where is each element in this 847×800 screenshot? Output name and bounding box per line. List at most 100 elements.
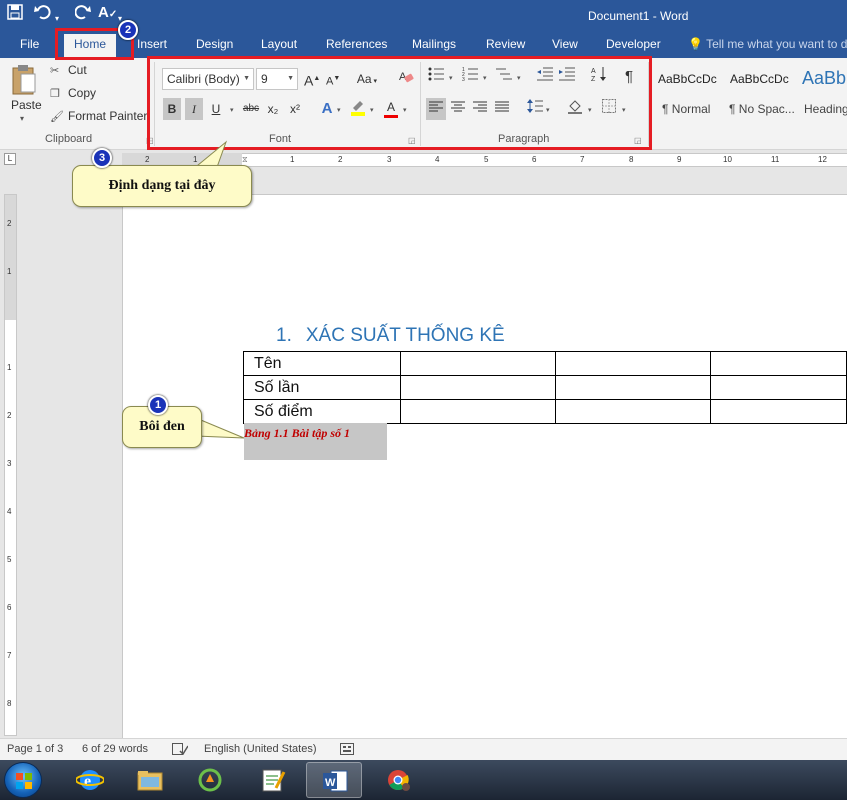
ruler-number: 6 xyxy=(532,155,537,164)
brush-icon: 🖌 xyxy=(50,111,64,123)
ruler-number: 2 xyxy=(7,219,12,228)
notepad-icon xyxy=(262,769,286,792)
table-row: Tên xyxy=(242,351,847,376)
language[interactable]: English (United States) xyxy=(204,743,317,755)
tab-developer[interactable]: Developer xyxy=(606,37,661,51)
tell-me-box[interactable]: 💡 Tell me what you want to do xyxy=(688,37,847,51)
word-icon: W xyxy=(323,770,348,792)
tab-selector-icon[interactable]: L xyxy=(4,153,16,165)
ruler-number: 1 xyxy=(7,267,12,276)
cut-button[interactable]: ✂ Cut xyxy=(50,63,87,77)
page-count[interactable]: Page 1 of 3 xyxy=(7,743,63,755)
table-cell[interactable] xyxy=(710,375,847,400)
paste-dropdown-icon[interactable]: ▾ xyxy=(20,114,24,123)
paste-button[interactable]: Paste xyxy=(11,98,42,112)
taskbar-word[interactable]: W xyxy=(306,762,362,798)
ruler-number: 7 xyxy=(7,651,12,660)
ruler-number: 2 xyxy=(7,411,12,420)
vertical-ruler[interactable]: 2 1 1 2 3 4 5 6 7 8 xyxy=(4,194,17,736)
style-name: ¶ Normal xyxy=(662,102,711,116)
ruler-number: 5 xyxy=(7,555,12,564)
table-cell[interactable]: Số điểm xyxy=(242,399,402,424)
ruler-number: 8 xyxy=(629,155,634,164)
save-icon[interactable] xyxy=(7,4,23,25)
spellcheck-icon[interactable]: A✓ xyxy=(98,4,117,24)
ruler-number: 3 xyxy=(387,155,392,164)
ruler-number: 2 xyxy=(145,155,150,164)
ruler-number: 9 xyxy=(677,155,682,164)
ruler-number: 3 xyxy=(7,459,12,468)
status-bar: Page 1 of 3 6 of 29 words English (Unite… xyxy=(0,738,847,760)
table-cell[interactable] xyxy=(400,375,557,400)
scissors-icon: ✂ xyxy=(50,65,60,77)
ruler-number: 8 xyxy=(7,699,12,708)
proofing-icon[interactable] xyxy=(172,743,189,758)
table-cell[interactable] xyxy=(555,375,712,400)
undo-dropdown-icon[interactable]: ▾ xyxy=(55,10,59,28)
tab-references[interactable]: References xyxy=(326,37,387,51)
start-orb-icon[interactable] xyxy=(4,762,42,798)
folder-icon xyxy=(137,771,163,791)
table-cell[interactable] xyxy=(400,351,557,376)
taskbar-notepad-plus-plus[interactable] xyxy=(244,762,300,798)
cut-label: Cut xyxy=(68,63,87,77)
table-cell[interactable] xyxy=(710,351,847,376)
table-cell[interactable] xyxy=(400,399,557,424)
ruler-number: 6 xyxy=(7,603,12,612)
data-table[interactable]: Tên Số lần Số điểm xyxy=(242,351,847,424)
style-preview: AaBb xyxy=(802,68,847,88)
section-heading[interactable]: 1. XÁC SUẤT THỐNG KÊ xyxy=(276,325,505,347)
table-caption[interactable]: Bảng 1.1 Bài tập số 1 xyxy=(244,426,350,441)
format-painter-button[interactable]: 🖌 Format Painter xyxy=(50,109,147,123)
taskbar-file-explorer[interactable] xyxy=(122,762,178,798)
callout-tail xyxy=(195,417,245,439)
tab-review[interactable]: Review xyxy=(486,37,525,51)
ruler-number: 12 xyxy=(818,155,827,164)
ruler-margin xyxy=(5,195,16,320)
indent-marker-icon[interactable]: ⧖ xyxy=(242,155,248,165)
word-count[interactable]: 6 of 29 words xyxy=(82,743,148,755)
chrome-icon xyxy=(388,770,410,791)
lightbulb-icon: 💡 xyxy=(688,37,703,51)
ruler-number: 11 xyxy=(771,155,780,164)
taskbar-internet-explorer[interactable]: e xyxy=(62,762,118,798)
document-page[interactable] xyxy=(122,194,847,738)
redo-icon[interactable] xyxy=(74,4,91,25)
taskbar-app-green[interactable] xyxy=(182,762,238,798)
ruler-number: 4 xyxy=(435,155,440,164)
ruler-number: 10 xyxy=(723,155,732,164)
ruler-number: 7 xyxy=(580,155,585,164)
style-name: Heading 1 xyxy=(804,102,847,116)
tab-insert[interactable]: Insert xyxy=(137,37,167,51)
style-preview: AaBbCcDc xyxy=(730,72,789,86)
ruler-number: 5 xyxy=(484,155,489,164)
undo-icon[interactable] xyxy=(34,4,52,25)
tab-file[interactable]: File xyxy=(20,37,39,51)
table-cell[interactable] xyxy=(555,399,712,424)
ruler-number: 1 xyxy=(290,155,295,164)
paste-icon[interactable] xyxy=(11,64,37,96)
ruler-number: 4 xyxy=(7,507,12,516)
clipboard-group-label: Clipboard xyxy=(45,133,93,145)
tab-mailings[interactable]: Mailings xyxy=(412,37,456,51)
taskbar-chrome[interactable] xyxy=(370,762,426,798)
table-cell[interactable] xyxy=(555,351,712,376)
callout-format-here: Định dạng tại đây xyxy=(72,165,252,207)
heading-text: XÁC SUẤT THỐNG KÊ xyxy=(305,325,505,346)
internet-explorer-icon: e xyxy=(76,770,104,790)
tab-layout[interactable]: Layout xyxy=(261,37,297,51)
step-badge-3: 3 xyxy=(92,148,112,168)
macro-record-icon[interactable] xyxy=(340,743,354,758)
tab-design[interactable]: Design xyxy=(196,37,233,51)
tab-view[interactable]: View xyxy=(552,37,578,51)
copy-button[interactable]: ❐ Copy xyxy=(50,86,96,100)
table-row: Số điểm xyxy=(242,399,847,424)
table-cell[interactable]: Số lần xyxy=(242,375,402,400)
format-painter-label: Format Painter xyxy=(68,109,148,123)
table-cell[interactable] xyxy=(710,399,847,424)
copy-icon: ❐ xyxy=(50,88,60,100)
svg-text:W: W xyxy=(325,777,336,789)
step-badge-2: 2 xyxy=(118,20,138,40)
heading-number: 1. xyxy=(276,325,292,346)
table-cell[interactable]: Tên xyxy=(242,351,402,376)
